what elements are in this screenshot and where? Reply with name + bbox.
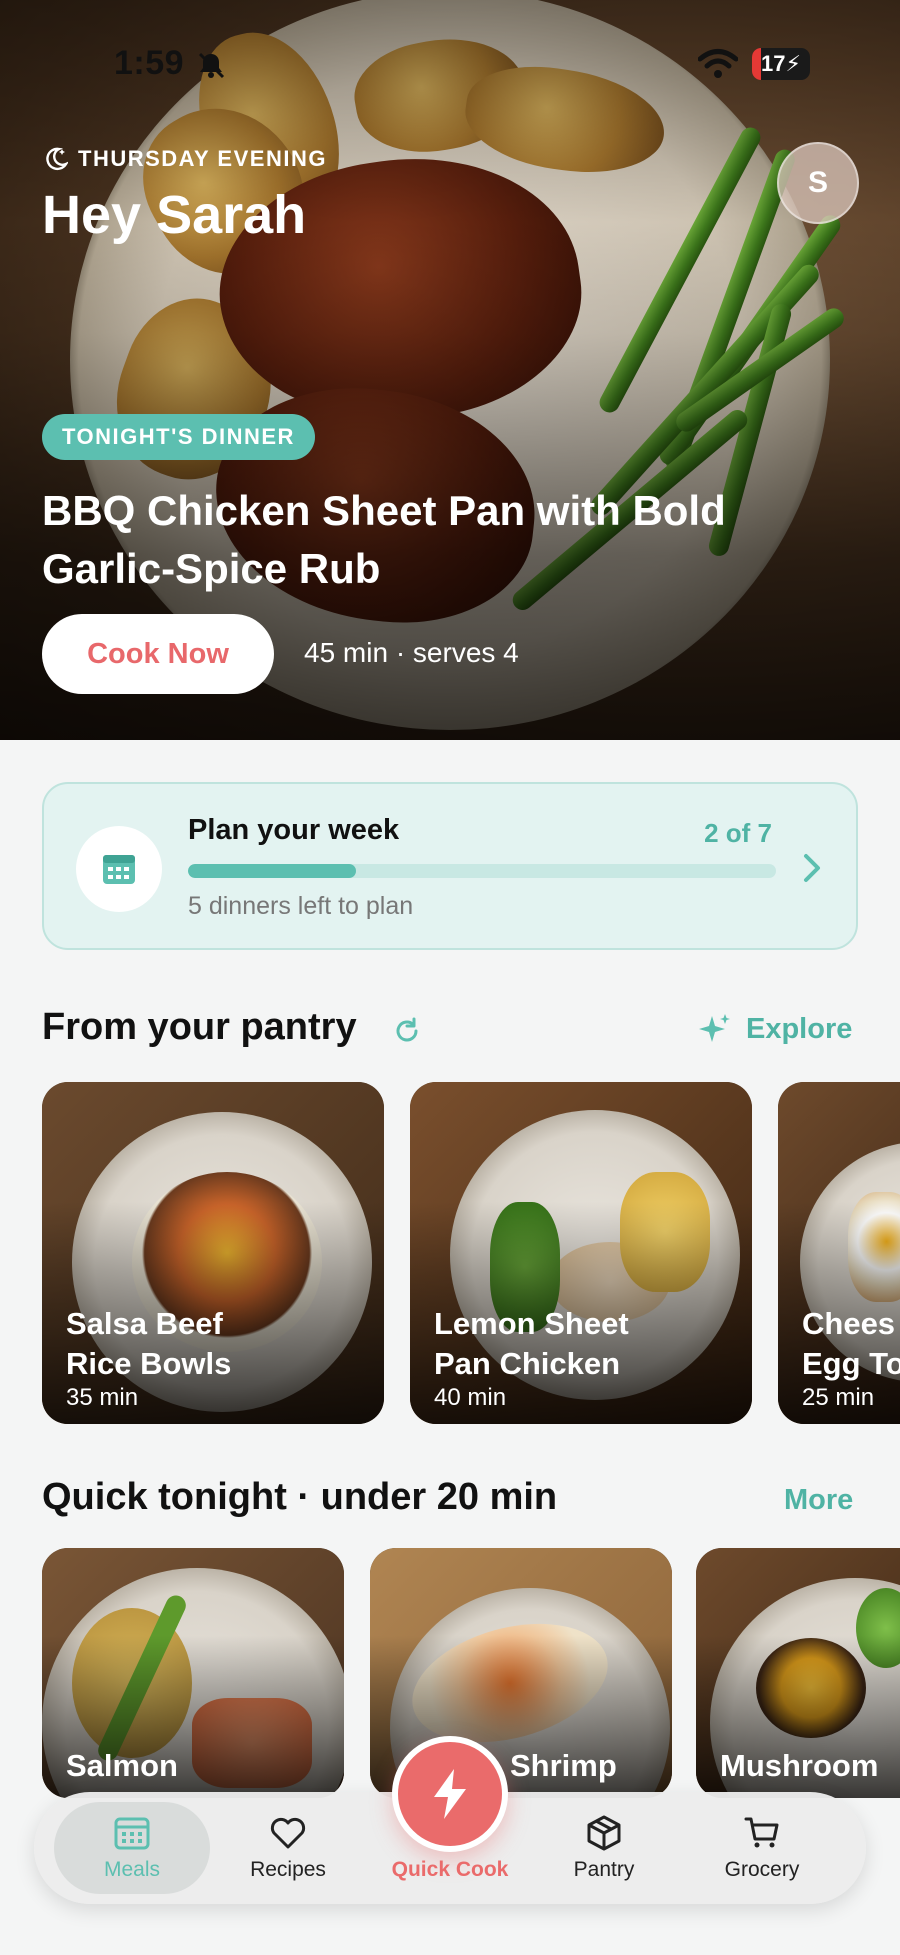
recipe-card-name: Chees Egg To — [802, 1306, 900, 1381]
explore-label: Explore — [746, 1012, 853, 1045]
recipe-card-name: Salsa Beef Rice Bowls — [66, 1306, 232, 1381]
plan-icon-circle — [76, 826, 162, 912]
dish-meta: 45 min · serves 4 — [304, 637, 519, 668]
recipe-card-quick[interactable]: Salmon — [42, 1548, 344, 1798]
recipe-card-quick[interactable]: Mushroom — [696, 1548, 900, 1798]
nav-grocery[interactable]: Grocery — [684, 1802, 840, 1894]
status-time: 1:59 — [114, 44, 185, 82]
avatar[interactable]: S — [777, 142, 859, 224]
plan-count: 2 of 7 — [704, 818, 772, 848]
nav-recipes[interactable]: Recipes — [210, 1802, 366, 1894]
cook-now-button[interactable]: Cook Now — [42, 614, 274, 694]
recipe-card-name: Shrimp — [510, 1748, 617, 1783]
cart-icon — [744, 1817, 779, 1848]
recipe-card-name: Lemon Sheet Pan Chicken — [434, 1306, 629, 1381]
quick-cook-label[interactable]: Quick Cook — [370, 1858, 530, 1882]
quick-cook-button[interactable] — [392, 1736, 508, 1852]
recipe-card-time: 40 min — [434, 1384, 507, 1411]
recipe-card-time: 35 min — [66, 1384, 139, 1411]
moon-icon — [46, 147, 68, 171]
more-link[interactable]: More — [784, 1484, 853, 1517]
day-eyebrow: THURSDAY EVENING — [42, 146, 327, 172]
bell-slash-icon — [198, 52, 225, 79]
nav-meals[interactable]: Meals — [54, 1802, 210, 1894]
status-bar: 1:59 17⚡ — [0, 44, 900, 84]
plan-week-card[interactable]: Plan your week 2 of 7 5 dinners left to … — [42, 782, 858, 950]
refresh-icon[interactable] — [392, 1016, 422, 1046]
nav-meals-label: Meals — [103, 1858, 161, 1881]
calendar-icon — [103, 855, 135, 884]
heart-icon — [270, 1817, 306, 1849]
calendar-icon — [114, 1817, 150, 1850]
recipe-card-name: Salmon — [66, 1748, 178, 1783]
pantry-section-title: From your pantry — [42, 1006, 357, 1048]
eyebrow-text: THURSDAY EVENING — [78, 146, 327, 171]
plan-title: Plan your week — [188, 814, 400, 846]
lightning-icon — [434, 1769, 466, 1819]
recipe-card-pantry[interactable]: Lemon Sheet Pan Chicken 40 min — [410, 1082, 752, 1424]
box-icon — [587, 1815, 621, 1851]
plan-progress-bar — [188, 864, 776, 878]
hero-banner[interactable]: 1:59 17⚡ THURSDAY EVENING Hey Sarah S TO… — [0, 0, 900, 740]
chevron-right-icon[interactable] — [798, 850, 826, 886]
plan-progress-fill — [188, 864, 356, 878]
nav-grocery-label: Grocery — [724, 1858, 800, 1881]
quick-section-title: Quick tonight · under 20 min — [42, 1476, 558, 1518]
recipe-card-pantry[interactable]: Salsa Beef Rice Bowls 35 min — [42, 1082, 384, 1424]
wifi-icon — [698, 49, 738, 78]
tonights-dinner-tag: TONIGHT'S DINNER — [42, 414, 315, 460]
recipe-card-name: Mushroom — [720, 1748, 879, 1783]
dish-title[interactable]: BBQ Chicken Sheet Pan with Bold Garlic-S… — [42, 482, 822, 598]
battery-indicator: 17⚡ — [752, 48, 810, 80]
recipe-card-time: 25 min — [802, 1384, 875, 1411]
greeting-heading: Hey Sarah — [42, 185, 307, 245]
recipe-card-pantry[interactable]: Chees Egg To 25 min — [778, 1082, 900, 1424]
nav-pantry[interactable]: Pantry — [526, 1802, 682, 1894]
nav-pantry-label: Pantry — [573, 1858, 635, 1881]
nav-recipes-label: Recipes — [250, 1858, 326, 1881]
sparkle-icon — [699, 1014, 730, 1042]
explore-link[interactable]: Explore — [698, 1012, 852, 1046]
plan-subtitle: 5 dinners left to plan — [188, 892, 414, 920]
